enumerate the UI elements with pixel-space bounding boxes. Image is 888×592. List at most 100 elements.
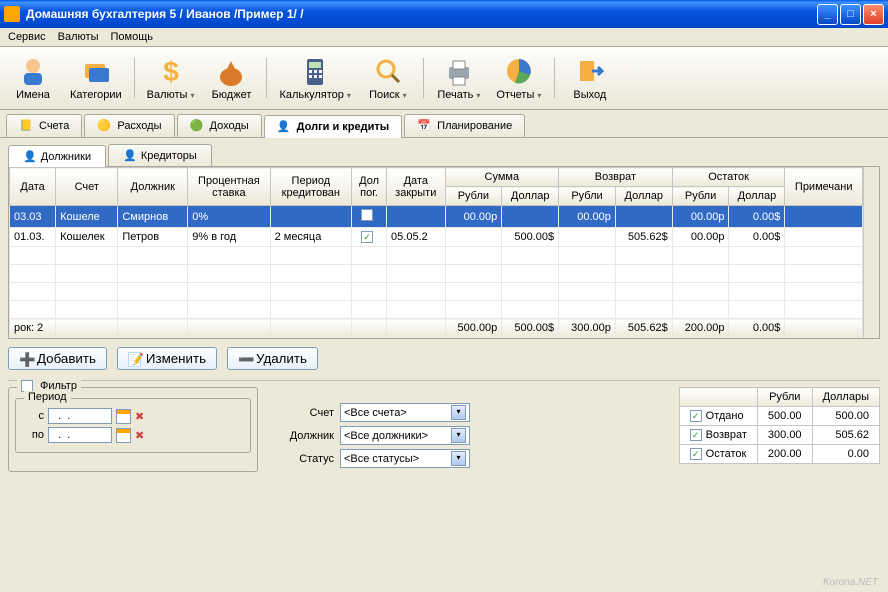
- col-account[interactable]: Счет: [56, 168, 118, 206]
- minus-icon: ➖: [238, 352, 252, 366]
- menu-currency[interactable]: Валюты: [58, 31, 99, 43]
- date-from-input[interactable]: [48, 408, 112, 424]
- income-icon: 🟢: [190, 119, 206, 133]
- debtor-icon: 👤: [23, 150, 37, 163]
- minimize-button[interactable]: _: [817, 4, 838, 25]
- debtor-label: Должник: [276, 430, 334, 442]
- bag-icon: [215, 55, 247, 87]
- titlebar: Домашняя бухгалтерия 5 / Иванов /Пример …: [0, 0, 888, 28]
- menubar: Сервис Валюты Помощь: [0, 28, 888, 47]
- subtab-creditors[interactable]: 👤Кредиторы: [108, 144, 212, 166]
- checkbox-icon[interactable]: ✓: [690, 429, 702, 441]
- chevron-down-icon[interactable]: ▾: [451, 405, 466, 420]
- checkbox-icon[interactable]: [361, 209, 373, 221]
- svg-text:$: $: [163, 56, 179, 87]
- printer-icon: [443, 55, 475, 87]
- window-title: Домашняя бухгалтерия 5 / Иванов /Пример …: [26, 7, 817, 21]
- chevron-down-icon[interactable]: ▾: [451, 451, 466, 466]
- watermark: Korona.NET: [823, 577, 878, 588]
- col-return[interactable]: Возврат: [559, 168, 673, 187]
- period-group: Период с ✖ по ✖: [15, 398, 251, 453]
- maximize-button[interactable]: □: [840, 4, 861, 25]
- col-note[interactable]: Примечани: [785, 168, 863, 206]
- scrollbar-vertical[interactable]: [863, 167, 879, 338]
- clear-date-icon[interactable]: ✖: [135, 429, 144, 442]
- table-row[interactable]: [10, 265, 863, 283]
- edit-icon: 📝: [128, 352, 142, 366]
- toolbar: Имена Категории $Валюты Бюджет Калькулят…: [0, 47, 888, 110]
- close-button[interactable]: ×: [863, 4, 884, 25]
- tb-currencies[interactable]: $Валюты: [141, 53, 201, 103]
- chevron-down-icon[interactable]: ▾: [451, 428, 466, 443]
- creditor-icon: 👤: [123, 149, 137, 162]
- col-period[interactable]: Период кредитован: [270, 168, 352, 206]
- selectors: Счет <Все счета>▾ Должник <Все должники>…: [276, 387, 470, 472]
- menu-help[interactable]: Помощь: [111, 31, 154, 43]
- sub-tabs: 👤Должники 👤Кредиторы: [8, 144, 880, 167]
- summary-table: РублиДоллары ✓Отдано500.00500.00 ✓Возвра…: [679, 387, 880, 472]
- debtor-combo[interactable]: <Все должники>▾: [340, 426, 470, 445]
- col-balance[interactable]: Остаток: [672, 168, 785, 187]
- col-debtor[interactable]: Должник: [118, 168, 188, 206]
- period-label: Период: [24, 391, 71, 403]
- totals-row: рок: 2 500.00р500.00$ 300.00р505.62$ 200…: [10, 319, 863, 338]
- checkbox-icon[interactable]: ✓: [690, 410, 702, 422]
- date-to-input[interactable]: [48, 427, 112, 443]
- tab-expenses[interactable]: 🟡Расходы: [84, 114, 174, 137]
- calendar-icon[interactable]: [116, 428, 131, 443]
- col-paid[interactable]: Дол пог.: [352, 168, 387, 206]
- account-label: Счет: [276, 407, 334, 419]
- tab-accounts[interactable]: 📒Счета: [6, 114, 82, 137]
- person-icon: [17, 55, 49, 87]
- from-label: с: [24, 410, 44, 422]
- filter-group: Фильтр Период с ✖ по ✖: [8, 387, 258, 472]
- col-date[interactable]: Дата: [10, 168, 56, 206]
- col-rate[interactable]: Процентная ставка: [188, 168, 270, 206]
- status-combo[interactable]: <Все статусы>▾: [340, 449, 470, 468]
- tb-search[interactable]: Поиск: [359, 53, 417, 103]
- table-row[interactable]: [10, 247, 863, 265]
- checkbox-icon[interactable]: ✓: [690, 448, 702, 460]
- col-closedate[interactable]: Дата закрыти: [387, 168, 445, 206]
- status-label: Статус: [276, 453, 334, 465]
- tb-exit[interactable]: Выход: [561, 53, 619, 103]
- dollar-icon: $: [155, 55, 187, 87]
- clear-date-icon[interactable]: ✖: [135, 410, 144, 423]
- calculator-icon: [299, 55, 331, 87]
- app-icon: [4, 6, 20, 22]
- table-row[interactable]: [10, 283, 863, 301]
- cards-icon: [80, 55, 112, 87]
- accounts-icon: 📒: [19, 119, 35, 133]
- piechart-icon: [503, 55, 535, 87]
- tb-reports[interactable]: Отчеты: [490, 53, 548, 103]
- data-grid[interactable]: Дата Счет Должник Процентная ставка Пери…: [8, 166, 880, 339]
- account-combo[interactable]: <Все счета>▾: [340, 403, 470, 422]
- exit-icon: [574, 55, 606, 87]
- table-row[interactable]: [10, 301, 863, 319]
- edit-button[interactable]: 📝Изменить: [117, 347, 217, 370]
- tab-income[interactable]: 🟢Доходы: [177, 114, 262, 137]
- tb-categories[interactable]: Категории: [64, 53, 128, 103]
- delete-button[interactable]: ➖Удалить: [227, 347, 318, 370]
- search-icon: [372, 55, 404, 87]
- checkbox-icon[interactable]: ✓: [361, 231, 373, 243]
- calendar-icon[interactable]: [116, 409, 131, 424]
- planning-icon: 📅: [417, 119, 433, 133]
- col-sum[interactable]: Сумма: [445, 168, 559, 187]
- tb-print[interactable]: Печать: [430, 53, 488, 103]
- to-label: по: [24, 429, 44, 441]
- tb-calculator[interactable]: Калькулятор: [273, 53, 356, 103]
- plus-icon: ➕: [19, 352, 33, 366]
- tab-planning[interactable]: 📅Планирование: [404, 114, 525, 137]
- menu-service[interactable]: Сервис: [8, 31, 46, 43]
- tb-budget[interactable]: Бюджет: [202, 53, 260, 103]
- expenses-icon: 🟡: [97, 119, 113, 133]
- debts-icon: 👤: [277, 120, 293, 134]
- tab-debts[interactable]: 👤Долги и кредиты: [264, 115, 403, 138]
- tb-names[interactable]: Имена: [4, 53, 62, 103]
- table-row[interactable]: 01.03.КошелекПетров 9% в год2 месяца ✓ 0…: [10, 228, 863, 247]
- add-button[interactable]: ➕Добавить: [8, 347, 107, 370]
- table-row[interactable]: 03.03КошелеСмирнов 0% 00.00р 00.00р 00.0…: [10, 206, 863, 228]
- subtab-debtors[interactable]: 👤Должники: [8, 145, 106, 167]
- main-tabs: 📒Счета 🟡Расходы 🟢Доходы 👤Долги и кредиты…: [0, 110, 888, 138]
